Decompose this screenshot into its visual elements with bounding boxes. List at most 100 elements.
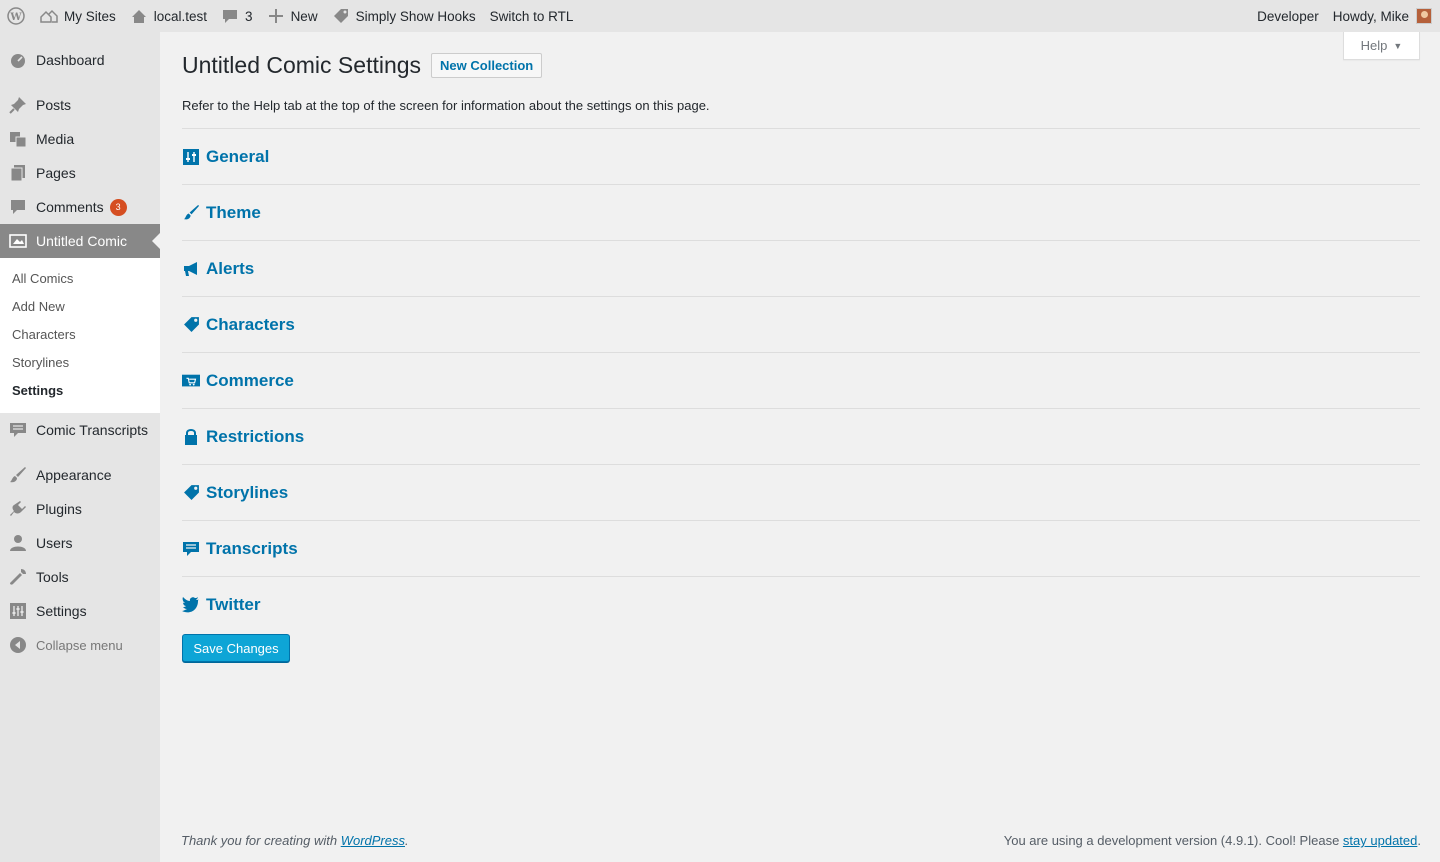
section-theme-label: Theme	[206, 202, 261, 222]
transcripts-icon	[182, 540, 200, 558]
submenu-all-comics[interactable]: All Comics	[0, 265, 160, 293]
menu-pages[interactable]: Pages	[0, 156, 160, 190]
footer: Thank you for creating with WordPress. Y…	[181, 833, 1421, 848]
pages-icon	[8, 163, 28, 183]
account-menu[interactable]: Howdy, Mike	[1326, 0, 1440, 32]
section-alerts-label: Alerts	[206, 258, 255, 278]
svg-text:W: W	[9, 12, 22, 23]
section-general[interactable]: General	[182, 128, 1420, 184]
section-restrictions[interactable]: Restrictions	[182, 408, 1420, 464]
intro-text: Refer to the Help tab at the top of the …	[182, 98, 710, 113]
section-restrictions-label: Restrictions	[206, 426, 305, 446]
submenu-add-new[interactable]: Add New	[0, 293, 160, 321]
footer-version: You are using a development version (4.9…	[1004, 833, 1421, 848]
comments-menu[interactable]: 3	[214, 0, 260, 32]
settings-icon	[8, 601, 28, 621]
submenu-settings[interactable]: Settings	[0, 377, 160, 405]
help-tab-button[interactable]: Help ▼	[1343, 32, 1420, 60]
settings-sections: General Theme Alerts Characters Commerce	[182, 128, 1420, 632]
my-sites-menu[interactable]: My Sites	[33, 0, 123, 32]
footer-thanks-suffix: .	[405, 833, 409, 848]
comments-count: 3	[245, 8, 253, 24]
tag-icon	[182, 484, 200, 502]
menu-settings[interactable]: Settings	[0, 594, 160, 628]
new-content-menu[interactable]: New	[260, 0, 325, 32]
section-commerce[interactable]: Commerce	[182, 352, 1420, 408]
submenu-characters[interactable]: Characters	[0, 321, 160, 349]
new-collection-button[interactable]: New Collection	[431, 53, 543, 78]
comic-icon	[8, 231, 28, 251]
menu-users[interactable]: Users	[0, 526, 160, 560]
menu-posts-label: Posts	[36, 97, 72, 113]
section-characters[interactable]: Characters	[182, 296, 1420, 352]
menu-plugins[interactable]: Plugins	[0, 492, 160, 526]
footer-thanks: Thank you for creating with WordPress.	[181, 833, 409, 848]
switch-rtl-link[interactable]: Switch to RTL	[483, 0, 581, 32]
menu-comments-label: Comments	[36, 199, 104, 215]
section-general-label: General	[206, 146, 270, 166]
developer-label: Developer	[1257, 8, 1319, 24]
dashboard-icon	[8, 50, 28, 70]
title-row: Untitled Comic Settings New Collection	[182, 52, 543, 79]
section-commerce-label: Commerce	[206, 370, 294, 390]
my-sites-label: My Sites	[64, 8, 116, 24]
avatar	[1416, 8, 1432, 24]
menu-comic-transcripts-label: Comic Transcripts	[36, 422, 149, 438]
wordpress-logo-menu[interactable]: W	[0, 0, 33, 32]
collapse-icon	[8, 635, 28, 655]
page-title: Untitled Comic Settings	[182, 52, 422, 78]
site-name-menu[interactable]: local.test	[123, 0, 214, 32]
section-twitter[interactable]: Twitter	[182, 576, 1420, 632]
menu-appearance[interactable]: Appearance	[0, 458, 160, 492]
user-icon	[8, 533, 28, 553]
howdy-label: Howdy, Mike	[1332, 8, 1409, 24]
section-theme[interactable]: Theme	[182, 184, 1420, 240]
sliders-icon	[182, 148, 200, 166]
wordpress-icon: W	[7, 7, 25, 25]
menu-pages-label: Pages	[36, 165, 76, 181]
twitter-icon	[182, 596, 200, 614]
menu-dashboard-label: Dashboard	[36, 52, 105, 68]
menu-comic-transcripts[interactable]: Comic Transcripts	[0, 413, 160, 447]
section-twitter-label: Twitter	[206, 594, 261, 614]
megaphone-icon	[182, 260, 200, 278]
menu-untitled-comic[interactable]: Untitled Comic	[0, 224, 160, 258]
collapse-menu-label: Collapse menu	[36, 637, 123, 653]
tag-icon	[332, 7, 350, 25]
plus-icon	[267, 7, 285, 25]
section-storylines-label: Storylines	[206, 482, 289, 502]
menu-plugins-label: Plugins	[36, 501, 82, 517]
developer-menu[interactable]: Developer	[1250, 0, 1326, 32]
switch-rtl-label: Switch to RTL	[489, 8, 574, 24]
tag-icon	[182, 316, 200, 334]
home-icon	[130, 7, 148, 25]
submenu-storylines[interactable]: Storylines	[0, 349, 160, 377]
collapse-menu-button[interactable]: Collapse menu	[0, 628, 160, 662]
section-characters-label: Characters	[206, 314, 295, 334]
plug-icon	[8, 499, 28, 519]
lock-icon	[182, 428, 200, 446]
section-storylines[interactable]: Storylines	[182, 464, 1420, 520]
site-name-label: local.test	[153, 8, 208, 24]
brush-icon	[182, 204, 200, 222]
menu-media[interactable]: Media	[0, 122, 160, 156]
wordpress-link[interactable]: WordPress	[341, 833, 405, 848]
footer-thanks-prefix: Thank you for creating with	[181, 833, 341, 848]
wrench-icon	[8, 567, 28, 587]
section-transcripts-label: Transcripts	[206, 538, 298, 558]
comment-icon	[221, 7, 239, 25]
menu-tools[interactable]: Tools	[0, 560, 160, 594]
menu-posts[interactable]: Posts	[0, 88, 160, 122]
section-alerts[interactable]: Alerts	[182, 240, 1420, 296]
stay-updated-link[interactable]: stay updated	[1343, 833, 1417, 848]
menu-comments[interactable]: Comments 3	[0, 190, 160, 224]
menu-dashboard[interactable]: Dashboard	[0, 43, 160, 77]
my-sites-icon	[40, 7, 58, 25]
menu-appearance-label: Appearance	[36, 467, 112, 483]
transcripts-icon	[8, 420, 28, 440]
simply-show-hooks-menu[interactable]: Simply Show Hooks	[325, 0, 483, 32]
save-changes-button[interactable]: Save Changes	[182, 634, 290, 662]
footer-version-prefix: You are using a development version (4.9…	[1003, 833, 1343, 848]
media-icon	[8, 129, 28, 149]
section-transcripts[interactable]: Transcripts	[182, 520, 1420, 576]
